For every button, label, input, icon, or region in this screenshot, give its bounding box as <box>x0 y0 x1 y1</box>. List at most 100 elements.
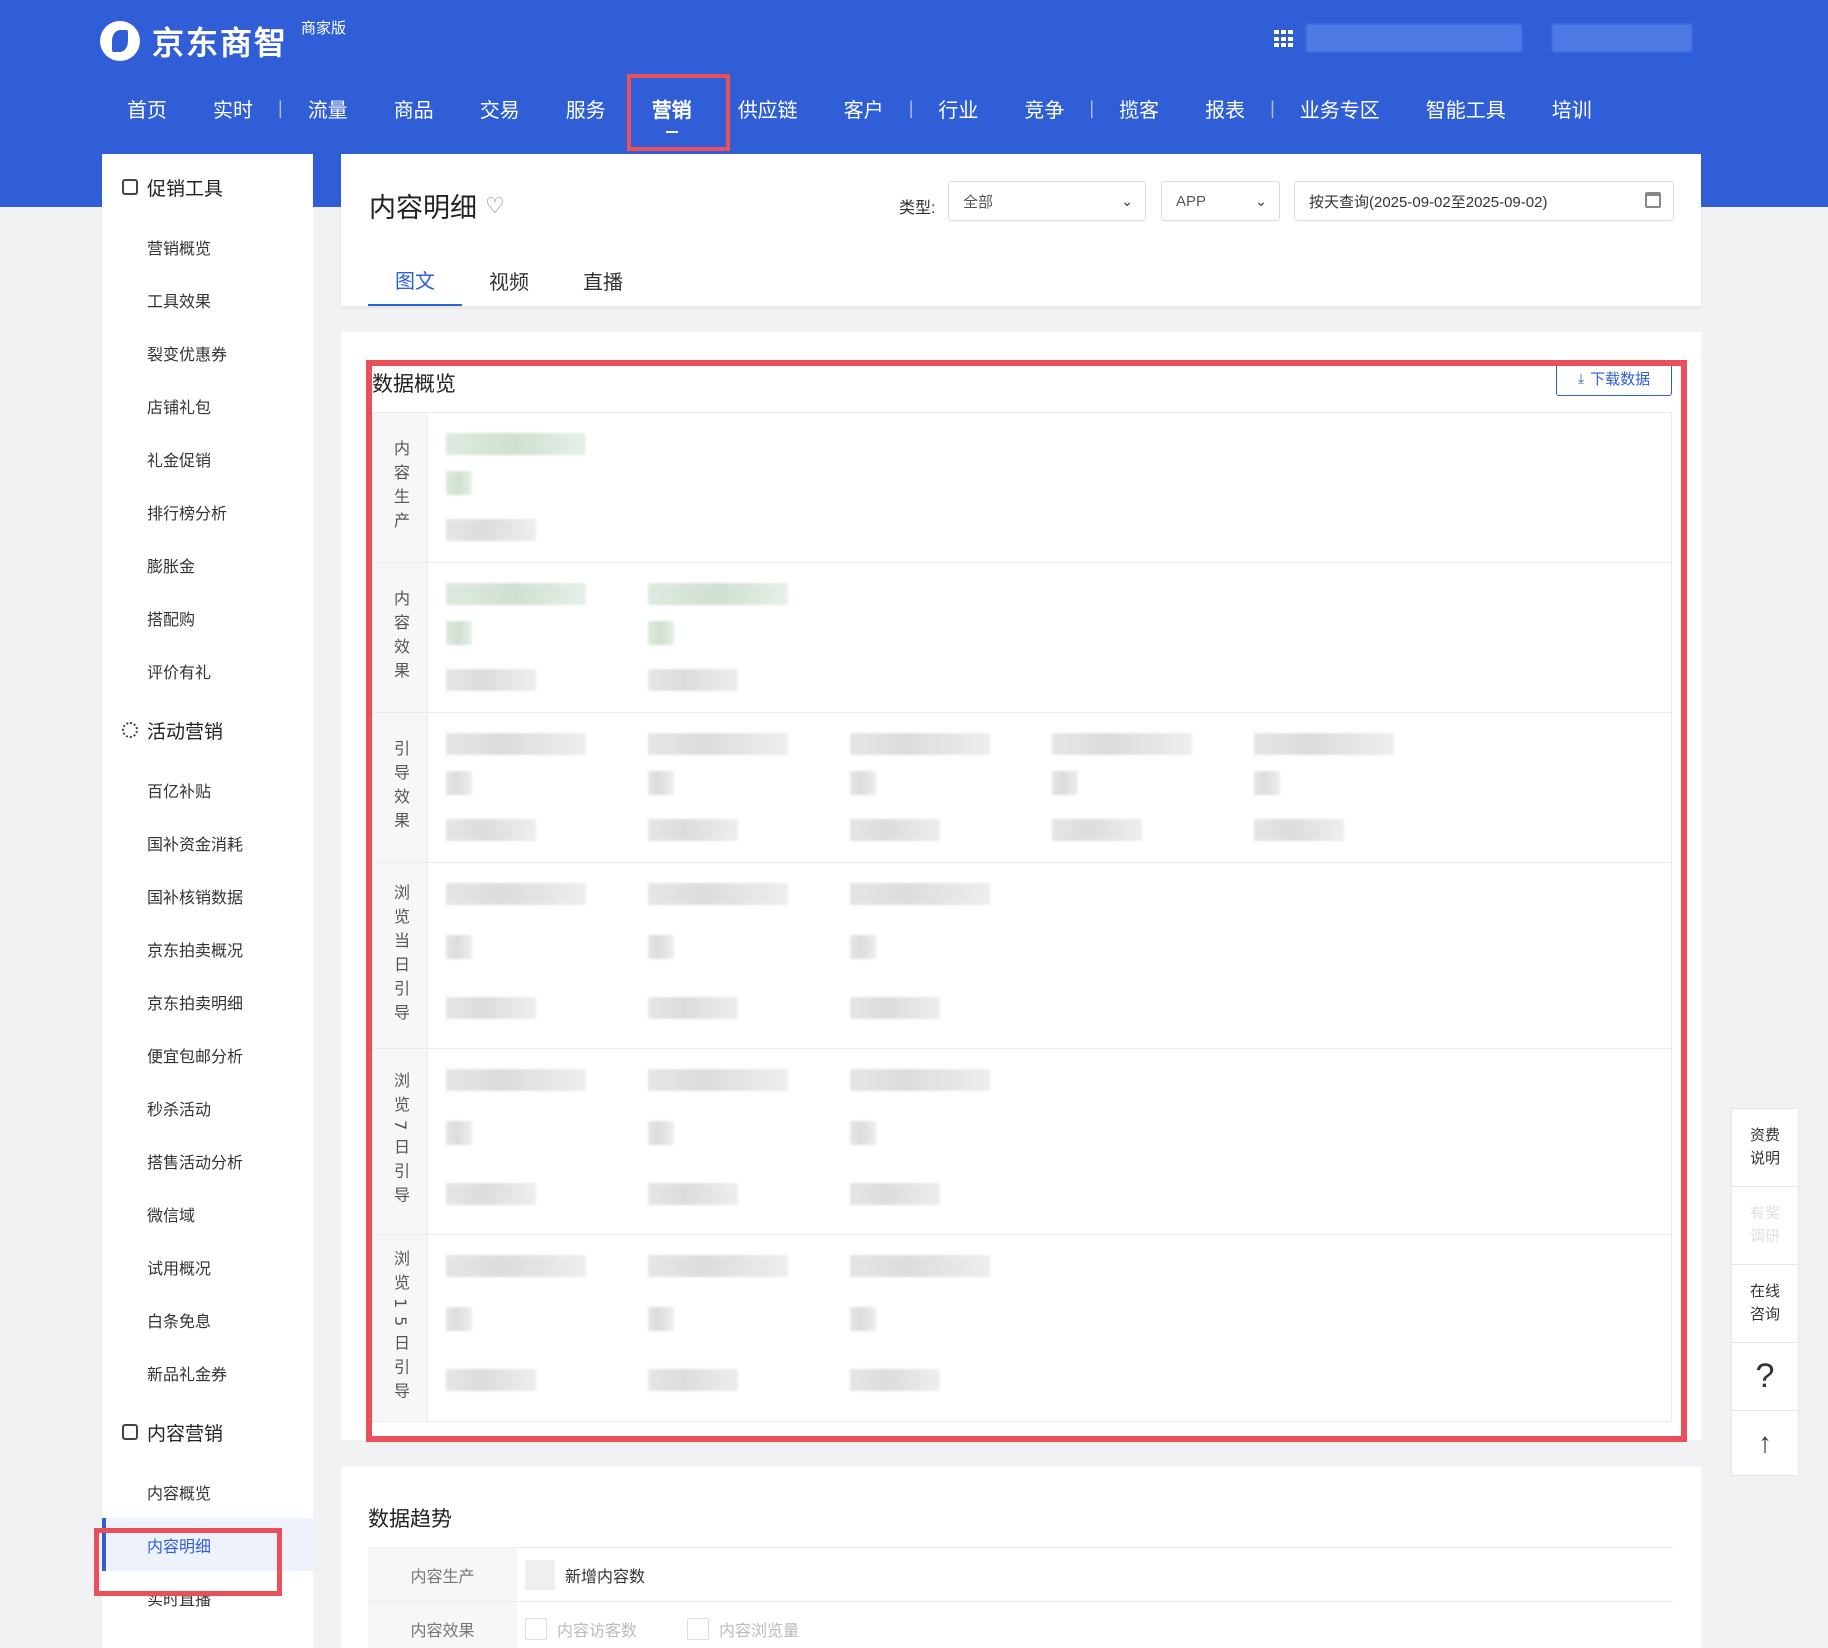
shop-info-redacted[interactable] <box>1552 24 1692 52</box>
promo-tool-icon <box>122 179 138 195</box>
trend-metric-label: 内容访客数 <box>557 1622 638 1640</box>
logo-text: 京东商智 <box>152 25 289 61</box>
app-grid-icon[interactable] <box>1274 30 1294 48</box>
trend-metric-label: 新增内容数 <box>565 1568 646 1586</box>
nav-item[interactable]: 商品 <box>371 94 457 123</box>
sidebar-item[interactable]: 白条免息 <box>102 1293 313 1346</box>
trend-metric-option[interactable]: 内容浏览量 <box>687 1617 799 1641</box>
checkbox[interactable] <box>525 1617 547 1640</box>
sidebar-item[interactable]: 礼金促销 <box>102 432 313 485</box>
fee-info-label: 资费说明 <box>1749 1127 1780 1167</box>
account-info-redacted[interactable] <box>1306 24 1522 52</box>
sidebar-item[interactable]: 搭配购 <box>102 591 313 644</box>
highlight-box-overview <box>366 360 1687 1442</box>
favorite-heart-icon[interactable]: ♡ <box>485 193 505 219</box>
online-consult-button[interactable]: 在线咨询 <box>1731 1264 1799 1342</box>
sidebar-item[interactable]: 便宜包邮分析 <box>102 1028 313 1081</box>
sidebar-item[interactable]: 内容概览 <box>102 1465 313 1518</box>
sidebar-group-title: 活动营销 <box>147 721 224 743</box>
nav-item[interactable]: 供应链 <box>715 94 821 123</box>
tab[interactable]: 图文 <box>368 254 462 306</box>
nav-item[interactable]: 交易 <box>457 94 543 123</box>
survey-button[interactable]: 有奖调研 <box>1731 1186 1799 1264</box>
sidebar-item[interactable]: 搭售活动分析 <box>102 1134 313 1187</box>
checkbox[interactable] <box>687 1617 710 1640</box>
page-title: 内容明细 ♡ <box>369 186 505 225</box>
trend-metric-selector: 内容生产 新增内容数 内容效果 内容访客数 内容浏览量 <box>368 1547 1673 1648</box>
nav-separator: | <box>278 97 283 118</box>
chevron-down-icon: ⌄ <box>1255 193 1267 209</box>
nav-item[interactable]: 流量 <box>285 94 371 123</box>
sidebar-item[interactable]: 国补核销数据 <box>102 869 313 922</box>
sidebar-item[interactable]: 评价有礼 <box>102 644 313 697</box>
fee-info-button[interactable]: 资费说明 <box>1731 1108 1799 1186</box>
nav-item[interactable]: 培训 <box>1529 94 1615 123</box>
nav-item[interactable]: 实时 <box>190 94 276 123</box>
nav-item[interactable]: 竞争 <box>1001 94 1087 123</box>
type-filter-label: 类型: <box>899 200 936 217</box>
trend-metric-label: 内容浏览量 <box>719 1622 800 1640</box>
nav-item[interactable]: 揽客 <box>1096 94 1182 123</box>
sidebar-item[interactable]: 店铺礼包 <box>102 379 313 432</box>
nav-item[interactable]: 首页 <box>104 94 190 123</box>
nav-item[interactable]: 报表 <box>1182 94 1268 123</box>
sidebar-group-title: 促销工具 <box>147 178 224 200</box>
sidebar-item[interactable]: 京东拍卖明细 <box>102 975 313 1028</box>
nav-item[interactable]: 服务 <box>543 94 629 123</box>
type-select[interactable]: 全部 ⌄ <box>948 181 1146 221</box>
trend-metric-option[interactable]: 新增内容数 <box>525 1559 646 1590</box>
trend-row: 内容效果 内容访客数 内容浏览量 <box>368 1602 1673 1648</box>
trend-row: 内容生产 新增内容数 <box>368 1548 1673 1602</box>
help-button[interactable]: ? <box>1731 1342 1799 1410</box>
arrow-up-icon: ↑ <box>1758 1427 1772 1458</box>
sidebar-group[interactable]: 内容营销 <box>102 1399 313 1465</box>
chevron-down-icon: ⌄ <box>1121 193 1133 209</box>
sidebar-item[interactable]: 工具效果 <box>102 273 313 326</box>
nav-separator: | <box>1089 97 1095 118</box>
edition-label: 商家版 <box>301 20 347 37</box>
right-float-bar: 资费说明 有奖调研 在线咨询 ? ↑ <box>1731 1108 1799 1476</box>
tab[interactable]: 直播 <box>556 254 650 306</box>
activity-gear-icon <box>122 722 138 738</box>
sidebar-item[interactable]: 京东拍卖概况 <box>102 922 313 975</box>
tab[interactable]: 视频 <box>462 254 556 306</box>
back-to-top-button[interactable]: ↑ <box>1731 1410 1799 1476</box>
date-range-picker[interactable]: 按天查询(2025-09-02至2025-09-02) <box>1294 181 1674 221</box>
calendar-icon <box>1645 192 1661 208</box>
sidebar-item[interactable]: 国补资金消耗 <box>102 816 313 869</box>
nav-item[interactable]: 智能工具 <box>1403 94 1529 123</box>
sidebar-item[interactable]: 微信域 <box>102 1187 313 1240</box>
sidebar-item[interactable]: 秒杀活动 <box>102 1081 313 1134</box>
content-type-tabs: 图文 视频 直播 <box>368 254 650 306</box>
data-trend-card: 数据趋势 内容生产 新增内容数 内容效果 内容访客数 内容浏览量 <box>341 1467 1701 1648</box>
sidebar-item[interactable]: 裂变优惠券 <box>102 326 313 379</box>
trend-options: 内容访客数 内容浏览量 <box>517 1617 849 1641</box>
sidebar-group-title: 内容营销 <box>147 1423 224 1445</box>
sidebar: 促销工具营销概览 工具效果 裂变优惠券 店铺礼包 礼金促销 排行榜分析 膨胀金 搭配购 评价有礼… <box>102 154 313 1648</box>
survey-label: 有奖调研 <box>1749 1205 1780 1245</box>
nav-item[interactable]: 业务专区 <box>1277 94 1403 123</box>
sidebar-group[interactable]: 促销工具 <box>102 154 313 220</box>
nav-item[interactable]: 行业 <box>915 94 1001 123</box>
checkbox[interactable] <box>525 1559 555 1590</box>
platform-select[interactable]: APP ⌄ <box>1161 181 1280 221</box>
logo[interactable]: 京东商智 <box>100 18 288 64</box>
logo-mark-icon <box>100 21 140 61</box>
platform-select-value: APP <box>1176 192 1207 210</box>
consult-label: 在线咨询 <box>1749 1283 1780 1323</box>
nav-separator: | <box>908 97 914 118</box>
sidebar-item[interactable]: 膨胀金 <box>102 538 313 591</box>
content-doc-icon <box>122 1424 138 1440</box>
sidebar-item[interactable]: 排行榜分析 <box>102 485 313 538</box>
trend-options: 新增内容数 <box>517 1559 695 1590</box>
sidebar-group[interactable]: 活动营销 <box>102 697 313 763</box>
trend-metric-option[interactable]: 内容访客数 <box>525 1617 637 1641</box>
nav-item[interactable]: 客户 <box>821 94 907 123</box>
page-title-text: 内容明细 <box>369 193 477 223</box>
trend-row-label: 内容生产 <box>368 1548 517 1601</box>
sidebar-item[interactable]: 新品礼金券 <box>102 1346 313 1399</box>
sidebar-item[interactable]: 百亿补贴 <box>102 763 313 816</box>
highlight-box-nav <box>627 74 730 151</box>
sidebar-item[interactable]: 营销概览 <box>102 220 313 273</box>
sidebar-item[interactable]: 试用概况 <box>102 1240 313 1293</box>
